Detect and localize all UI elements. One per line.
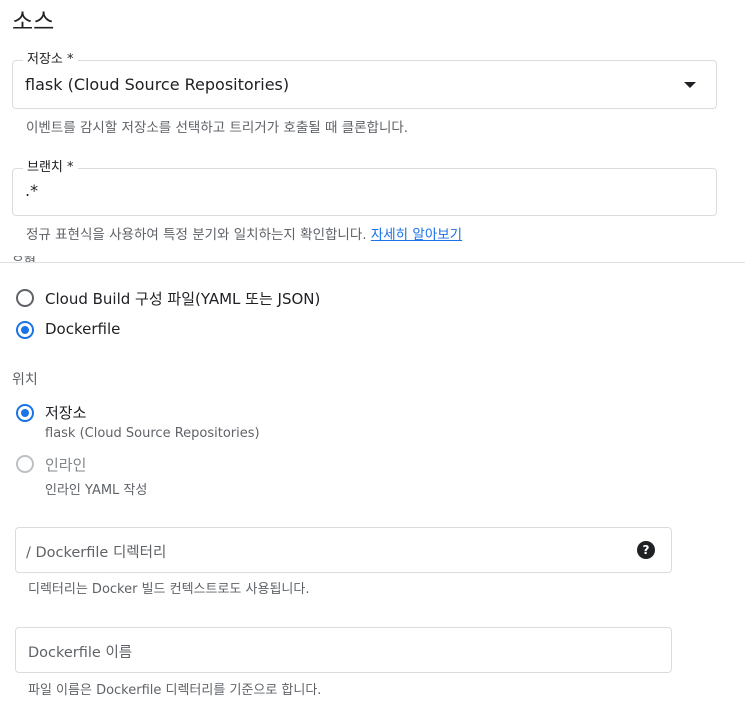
branch-value: .* (25, 181, 39, 200)
branch-label: 브랜치 * (23, 160, 78, 176)
radio-dockerfile[interactable] (16, 321, 34, 339)
branch-helper: 정규 표현식을 사용하여 특정 분기와 일치하는지 확인합니다. 자세히 알아보… (26, 223, 462, 243)
dockerfile-name-input[interactable]: Dockerfile 이름 (15, 627, 672, 673)
dockerfile-directory-placeholder: / Dockerfile 디렉터리 (26, 545, 167, 561)
dockerfile-name-placeholder: Dockerfile 이름 (28, 645, 133, 661)
repository-value: flask (Cloud Source Repositories) (25, 75, 290, 94)
radio-inline-sub: 인라인 YAML 작성 (45, 483, 148, 498)
radio-repository-label[interactable]: 저장소 (45, 402, 86, 423)
dockerfile-name-helper: 파일 이름은 Dockerfile 디렉터리를 기준으로 합니다. (28, 683, 322, 698)
radio-inline[interactable] (16, 455, 34, 473)
repository-select[interactable]: 저장소 * flask (Cloud Source Repositories) (12, 52, 717, 109)
radio-repository-sub: flask (Cloud Source Repositories) (45, 426, 260, 441)
repository-label: 저장소 * (23, 52, 78, 68)
location-label: 위치 (12, 372, 38, 388)
dropdown-arrow-icon[interactable] (684, 82, 696, 88)
radio-inline-label[interactable]: 인라인 (45, 454, 86, 475)
radio-dockerfile-label[interactable]: Dockerfile (45, 320, 120, 338)
branch-input[interactable]: 브랜치 * .* (12, 160, 717, 216)
radio-cloud-build-label[interactable]: Cloud Build 구성 파일(YAML 또는 JSON) (45, 288, 320, 309)
branch-helper-text: 정규 표현식을 사용하여 특정 분기와 일치하는지 확인합니다. (26, 227, 367, 243)
repository-helper: 이벤트를 감시할 저장소를 선택하고 트리거가 호출될 때 클론합니다. (26, 120, 409, 136)
section-title: 소스 (12, 9, 55, 35)
radio-repository[interactable] (16, 404, 34, 422)
divider (0, 262, 745, 263)
radio-cloud-build[interactable] (16, 289, 34, 307)
dockerfile-directory-helper: 디렉터리는 Docker 빌드 컨텍스트로도 사용됩니다. (28, 582, 310, 597)
help-icon[interactable]: ? (637, 541, 655, 559)
dockerfile-directory-input[interactable]: / Dockerfile 디렉터리 ? (15, 527, 672, 573)
learn-more-link[interactable]: 자세히 알아보기 (371, 227, 462, 243)
